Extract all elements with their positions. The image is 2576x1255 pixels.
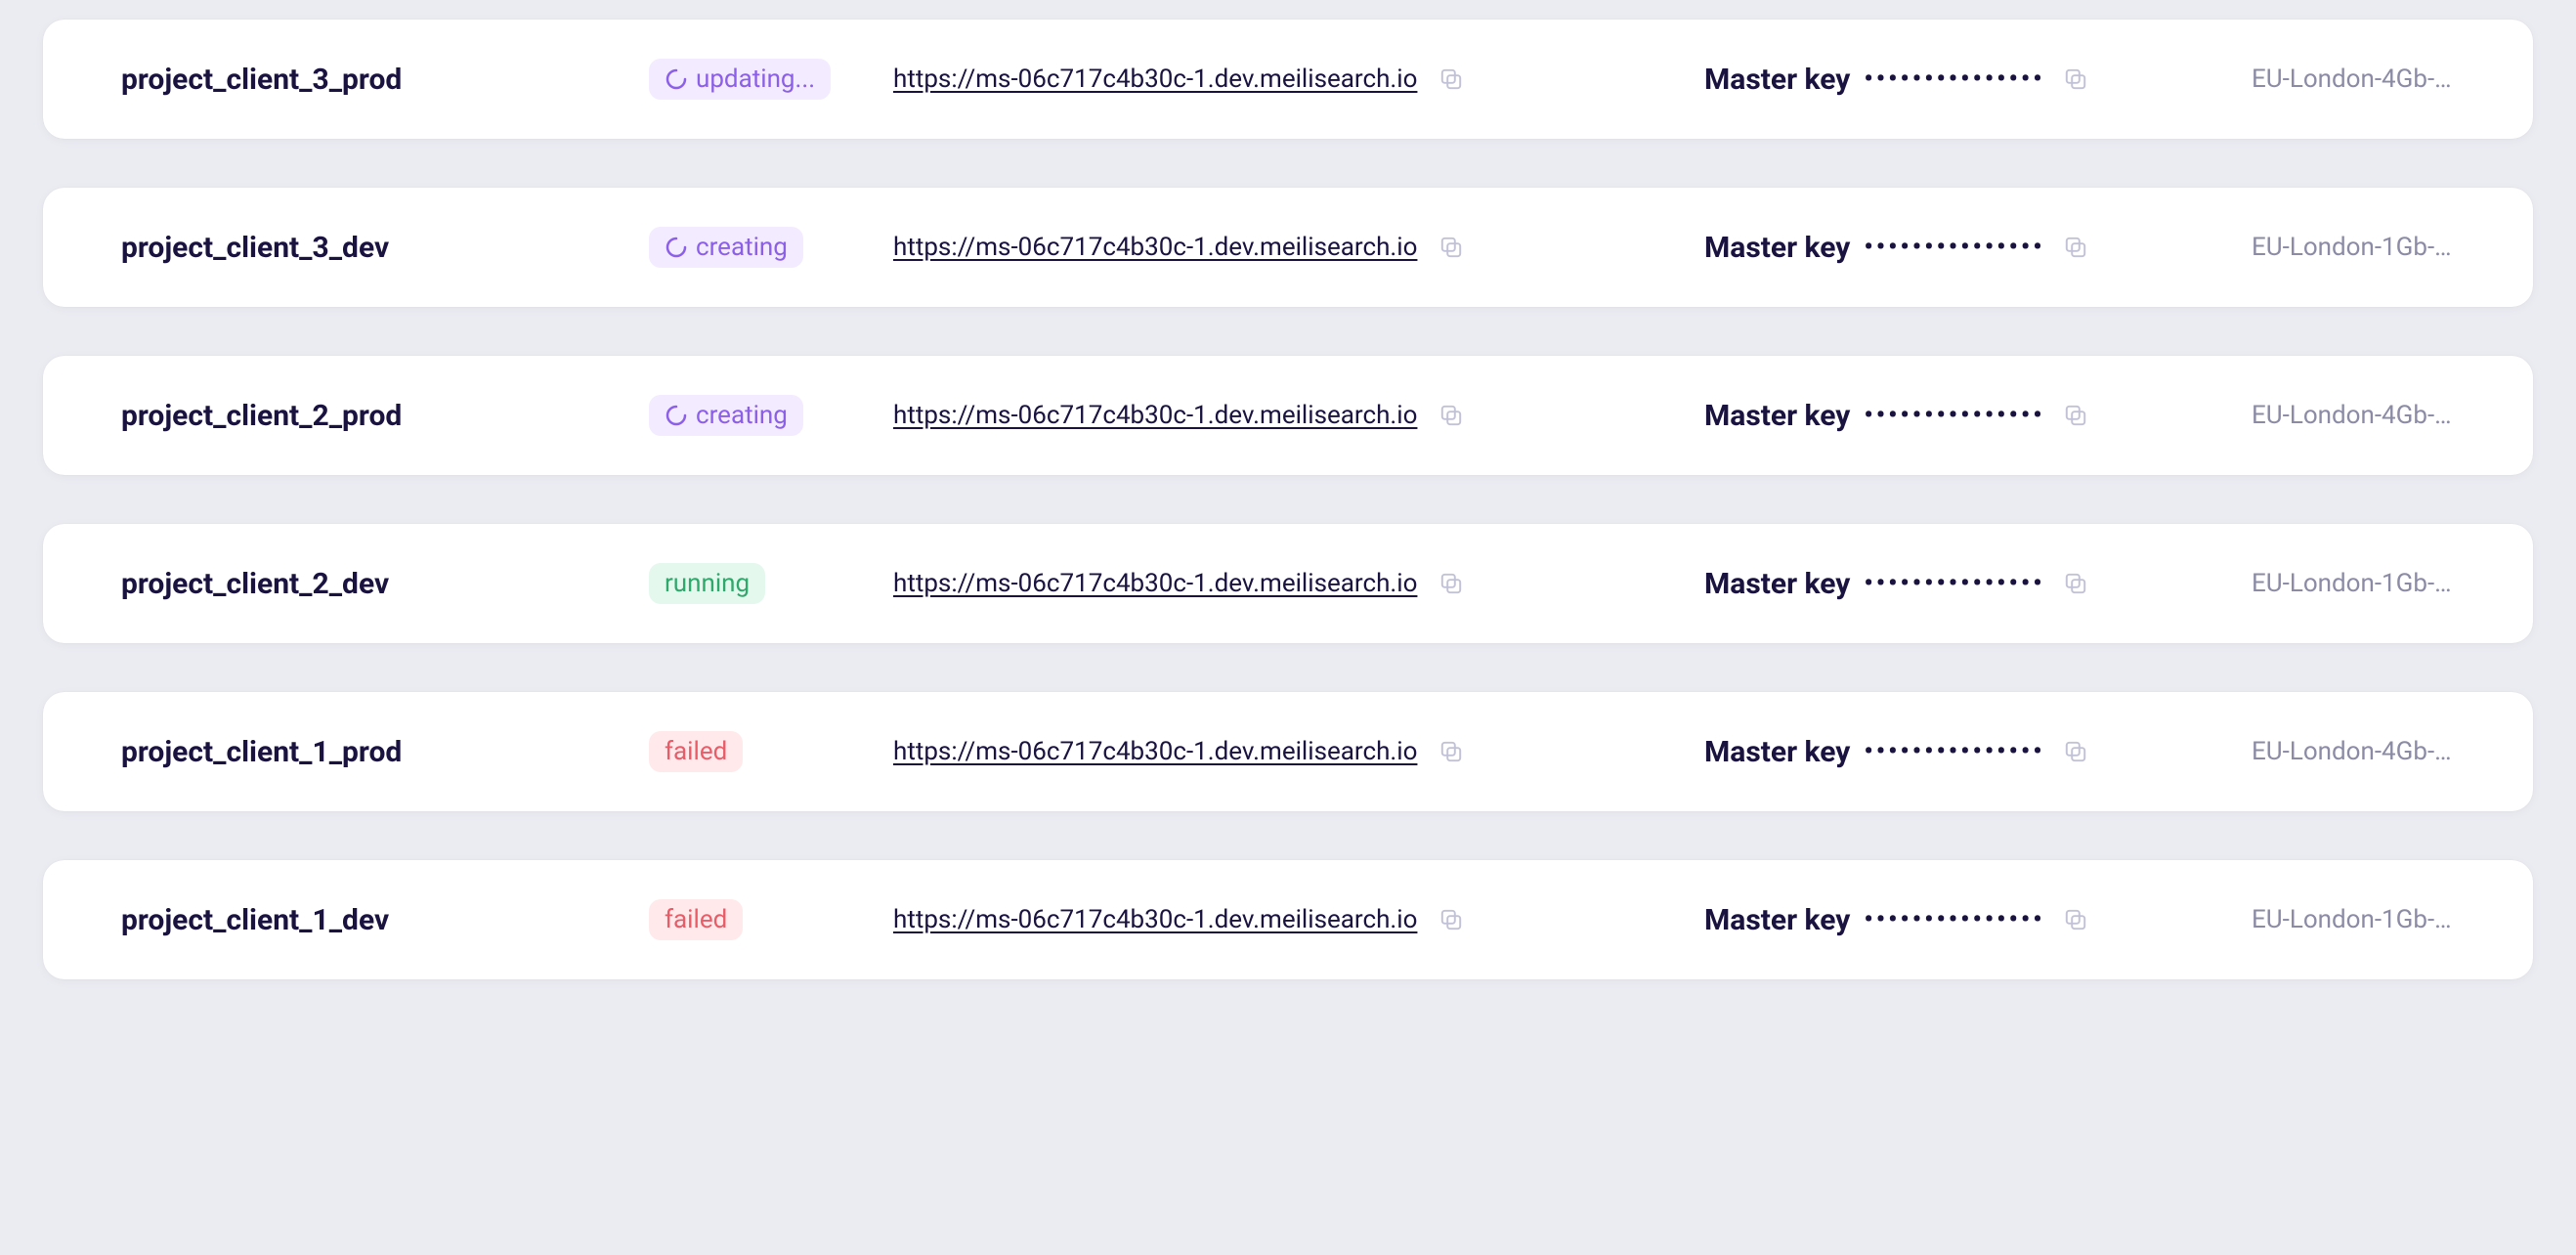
- copy-icon: [1438, 907, 1464, 932]
- master-key-value: •••••••••••••••: [1864, 233, 2044, 262]
- status-column: updating...: [649, 59, 893, 100]
- copy-key-button[interactable]: [2059, 63, 2092, 96]
- status-badge: updating...: [649, 59, 831, 100]
- master-key-label: Master key: [1704, 567, 1850, 601]
- spec-text: EU-London-1Gb-0.5...: [2252, 569, 2455, 598]
- status-badge: creating: [649, 395, 803, 436]
- copy-url-button[interactable]: [1435, 63, 1468, 96]
- project-name: project_client_2_dev: [121, 567, 649, 601]
- spinner-icon: [665, 236, 688, 259]
- master-key-value: •••••••••••••••: [1864, 401, 2044, 430]
- project-url-link[interactable]: https://ms-06c717c4b30c-1.dev.meilisearc…: [893, 905, 1417, 934]
- project-card[interactable]: project_client_1_dev failed https://ms-06c…: [43, 860, 2533, 979]
- master-key-label: Master key: [1704, 399, 1850, 433]
- copy-icon: [1438, 571, 1464, 596]
- copy-url-button[interactable]: [1435, 567, 1468, 600]
- status-text: creating: [696, 401, 788, 430]
- copy-icon: [2063, 907, 2088, 932]
- copy-icon: [2063, 235, 2088, 260]
- project-card[interactable]: project_client_3_dev creating https://ms-0…: [43, 188, 2533, 307]
- spinner-icon: [665, 67, 688, 91]
- project-url-link[interactable]: https://ms-06c717c4b30c-1.dev.meilisearc…: [893, 233, 1417, 262]
- project-list: project_client_3_prod updating... https://…: [0, 20, 2576, 979]
- project-url-link[interactable]: https://ms-06c717c4b30c-1.dev.meilisearc…: [893, 737, 1417, 766]
- status-text: failed: [665, 737, 727, 766]
- project-card[interactable]: project_client_2_dev running https://ms-06…: [43, 524, 2533, 643]
- status-badge: failed: [649, 899, 743, 940]
- status-text: creating: [696, 233, 788, 262]
- copy-icon: [1438, 66, 1464, 92]
- key-column: Master key •••••••••••••••: [1704, 399, 2252, 433]
- project-url-link[interactable]: https://ms-06c717c4b30c-1.dev.meilisearc…: [893, 569, 1417, 598]
- status-column: creating: [649, 395, 893, 436]
- copy-icon: [2063, 571, 2088, 596]
- copy-icon: [2063, 66, 2088, 92]
- status-column: creating: [649, 227, 893, 268]
- copy-icon: [1438, 403, 1464, 428]
- copy-url-button[interactable]: [1435, 231, 1468, 264]
- project-card[interactable]: project_client_1_prod failed https://ms-06…: [43, 692, 2533, 811]
- status-badge: failed: [649, 731, 743, 772]
- status-column: failed: [649, 899, 893, 940]
- master-key-value: •••••••••••••••: [1864, 569, 2044, 598]
- url-column: https://ms-06c717c4b30c-1.dev.meilisearc…: [893, 903, 1704, 936]
- master-key-label: Master key: [1704, 735, 1850, 769]
- project-name: project_client_1_dev: [121, 903, 649, 937]
- copy-icon: [1438, 235, 1464, 260]
- copy-url-button[interactable]: [1435, 399, 1468, 432]
- key-column: Master key •••••••••••••••: [1704, 567, 2252, 601]
- status-badge: creating: [649, 227, 803, 268]
- url-column: https://ms-06c717c4b30c-1.dev.meilisearc…: [893, 63, 1704, 96]
- status-text: failed: [665, 905, 727, 934]
- project-url-link[interactable]: https://ms-06c717c4b30c-1.dev.meilisearc…: [893, 65, 1417, 94]
- master-key-label: Master key: [1704, 63, 1850, 97]
- master-key-label: Master key: [1704, 231, 1850, 265]
- key-column: Master key •••••••••••••••: [1704, 63, 2252, 97]
- spec-text: EU-London-1Gb-0.5...: [2252, 233, 2455, 262]
- url-column: https://ms-06c717c4b30c-1.dev.meilisearc…: [893, 399, 1704, 432]
- status-column: running: [649, 563, 893, 604]
- copy-key-button[interactable]: [2059, 231, 2092, 264]
- copy-url-button[interactable]: [1435, 735, 1468, 768]
- copy-url-button[interactable]: [1435, 903, 1468, 936]
- copy-icon: [2063, 739, 2088, 764]
- copy-key-button[interactable]: [2059, 567, 2092, 600]
- status-text: running: [665, 569, 750, 598]
- master-key-value: •••••••••••••••: [1864, 737, 2044, 766]
- spinner-icon: [665, 404, 688, 427]
- key-column: Master key •••••••••••••••: [1704, 735, 2252, 769]
- spec-text: EU-London-4Gb-1v...: [2252, 65, 2455, 94]
- url-column: https://ms-06c717c4b30c-1.dev.meilisearc…: [893, 735, 1704, 768]
- project-url-link[interactable]: https://ms-06c717c4b30c-1.dev.meilisearc…: [893, 401, 1417, 430]
- master-key-value: •••••••••••••••: [1864, 65, 2044, 94]
- status-column: failed: [649, 731, 893, 772]
- key-column: Master key •••••••••••••••: [1704, 231, 2252, 265]
- project-name: project_client_3_prod: [121, 63, 649, 97]
- master-key-label: Master key: [1704, 903, 1850, 937]
- copy-icon: [2063, 403, 2088, 428]
- spec-text: EU-London-1Gb-0.5...: [2252, 905, 2455, 934]
- status-text: updating...: [696, 65, 815, 94]
- project-name: project_client_1_prod: [121, 735, 649, 769]
- spec-text: EU-London-4Gb-1v...: [2252, 737, 2455, 766]
- project-card[interactable]: project_client_3_prod updating... https://…: [43, 20, 2533, 139]
- project-name: project_client_3_dev: [121, 231, 649, 265]
- copy-key-button[interactable]: [2059, 903, 2092, 936]
- spec-text: EU-London-4Gb-1v...: [2252, 401, 2455, 430]
- key-column: Master key •••••••••••••••: [1704, 903, 2252, 937]
- project-name: project_client_2_prod: [121, 399, 649, 433]
- project-card[interactable]: project_client_2_prod creating https://ms-…: [43, 356, 2533, 475]
- url-column: https://ms-06c717c4b30c-1.dev.meilisearc…: [893, 231, 1704, 264]
- status-badge: running: [649, 563, 765, 604]
- copy-icon: [1438, 739, 1464, 764]
- master-key-value: •••••••••••••••: [1864, 905, 2044, 934]
- copy-key-button[interactable]: [2059, 735, 2092, 768]
- copy-key-button[interactable]: [2059, 399, 2092, 432]
- url-column: https://ms-06c717c4b30c-1.dev.meilisearc…: [893, 567, 1704, 600]
